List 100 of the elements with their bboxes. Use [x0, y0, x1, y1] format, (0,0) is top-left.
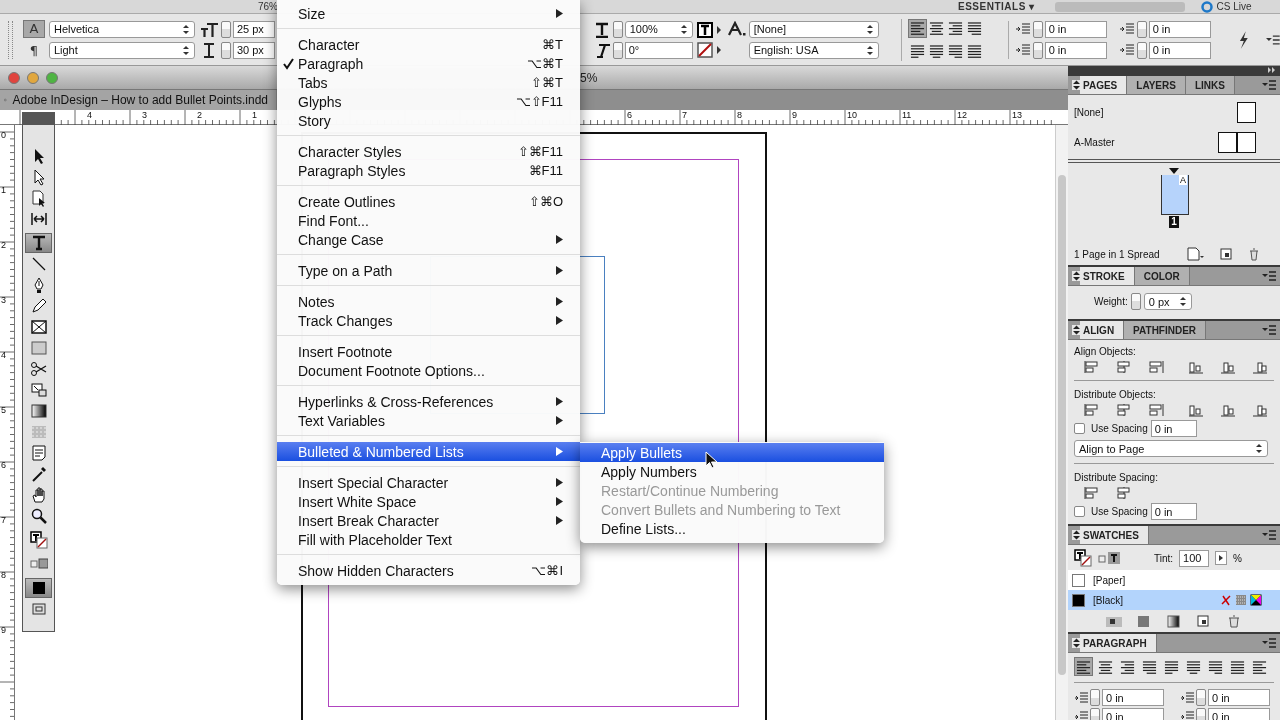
panel-menu-icon[interactable] — [1262, 638, 1276, 648]
panel-grip[interactable] — [8, 20, 13, 59]
tool-button[interactable] — [25, 233, 52, 253]
menu-item[interactable]: Insert White Space — [277, 492, 580, 511]
panel-menu-icon[interactable] — [1266, 34, 1280, 45]
panel-tab[interactable]: ALIGN — [1080, 321, 1125, 339]
workspace-switcher[interactable]: ESSENTIALS ▾ — [958, 1, 1035, 12]
new-page-icon[interactable] — [1219, 248, 1232, 260]
scrollbar-thumb[interactable] — [1058, 175, 1066, 675]
number-field[interactable]: 0 in — [1148, 41, 1211, 59]
menu-item[interactable]: Notes — [277, 292, 580, 311]
panel-menu-icon[interactable] — [1262, 80, 1276, 90]
panel-tab[interactable]: PARAGRAPH — [1080, 634, 1157, 652]
menu-item[interactable]: Insert Break Character — [277, 511, 580, 530]
stepper[interactable] — [1136, 41, 1147, 59]
master-name[interactable]: [None] — [1074, 107, 1104, 118]
stepper[interactable] — [1090, 708, 1100, 720]
stepper[interactable] — [1196, 708, 1206, 720]
menu-item[interactable]: Insert Special Character — [277, 473, 580, 492]
distribute-objects-icon[interactable] — [1252, 403, 1268, 417]
menu-item[interactable]: Insert Footnote — [277, 342, 580, 361]
stepper[interactable] — [1136, 20, 1147, 38]
menu-item[interactable]: Apply Bullets — [580, 443, 884, 462]
master-page-thumbnail[interactable] — [1237, 132, 1256, 153]
panel-tab[interactable]: PATHFINDER — [1124, 321, 1207, 339]
document-tab[interactable]: Adobe InDesign – How to add Bullet Points.indd — [0, 90, 276, 110]
dropdown[interactable]: Light — [48, 41, 195, 59]
stepper[interactable] — [1032, 20, 1043, 38]
align-objects-icon[interactable] — [1148, 360, 1164, 374]
stepper[interactable] — [612, 20, 623, 38]
number-field[interactable]: 0 in — [1148, 20, 1211, 38]
menu-item[interactable]: Type on a Path — [277, 261, 580, 280]
panel-tab[interactable]: LINKS — [1185, 76, 1235, 94]
panel-tab[interactable]: SWATCHES — [1080, 526, 1149, 544]
cs-live-menu[interactable]: CS Live — [1216, 1, 1252, 12]
tool-button[interactable] — [25, 578, 52, 598]
gradient-swatch-icon[interactable] — [1165, 615, 1183, 628]
menu-item[interactable]: Show Hidden Characters ⌥⌘I — [277, 561, 580, 580]
align-objects-icon[interactable] — [1220, 360, 1236, 374]
distribute-objects-icon[interactable] — [1116, 403, 1132, 417]
master-page-thumbnail[interactable] — [1218, 132, 1237, 153]
dropdown[interactable]: 0 px — [1143, 293, 1192, 310]
distribute-spacing-icon[interactable] — [1084, 486, 1100, 500]
number-field[interactable]: 0 in — [1044, 20, 1107, 38]
alignment-button[interactable] — [1074, 657, 1093, 676]
container-icon[interactable] — [1098, 550, 1120, 566]
dropdown[interactable]: English: USA — [748, 41, 879, 59]
panel-tab[interactable]: STROKE — [1080, 267, 1135, 285]
menu-item[interactable]: Text Variables — [277, 411, 580, 430]
master-page-thumbnail[interactable] — [1237, 102, 1256, 123]
stepper[interactable] — [1130, 293, 1141, 310]
distribute-objects-icon[interactable] — [1220, 403, 1236, 417]
number-field[interactable]: 100 — [1179, 549, 1210, 567]
align-objects-icon[interactable] — [1188, 360, 1204, 374]
panel-tab[interactable]: LAYERS — [1127, 76, 1186, 94]
menu-item[interactable]: Character Styles ⇧⌘F11 — [277, 142, 580, 161]
menu-item[interactable]: Define Lists... — [580, 519, 884, 538]
distribute-objects-icon[interactable] — [1148, 403, 1164, 417]
stepper[interactable] — [220, 20, 231, 38]
menu-item[interactable]: Hyperlinks & Cross-References — [277, 392, 580, 411]
align-objects-icon[interactable] — [1252, 360, 1268, 374]
number-field[interactable]: 0 in — [1208, 708, 1270, 720]
menu-item[interactable]: Track Changes — [277, 311, 580, 330]
menu-item[interactable]: Paragraph Styles ⌘F11 — [277, 161, 580, 180]
number-field[interactable]: 0 in — [1150, 420, 1197, 437]
number-field[interactable]: 0 in — [1208, 689, 1270, 706]
number-field[interactable]: 0 in — [1044, 41, 1107, 59]
close-button[interactable] — [8, 71, 20, 84]
stepper[interactable] — [1196, 689, 1206, 706]
dropdown[interactable]: 100% — [624, 20, 693, 38]
menu-item[interactable]: Glyphs ⌥⇧F11 — [277, 92, 580, 111]
master-name[interactable]: A-Master — [1074, 137, 1115, 148]
menu-item[interactable]: Create Outlines ⇧⌘O — [277, 192, 580, 211]
menu-item[interactable]: Paragraph ⌥⌘T — [277, 54, 580, 73]
dropdown[interactable]: Helvetica — [48, 20, 195, 38]
tint-slider-button[interactable] — [1215, 551, 1228, 565]
swatch-row[interactable]: [Black] — [1068, 590, 1280, 610]
menu-item[interactable]: Tabs ⇧⌘T — [277, 73, 580, 92]
stepper[interactable] — [1032, 41, 1043, 59]
menu-item[interactable]: Find Font... — [277, 211, 580, 230]
number-field[interactable]: 0 in — [1102, 708, 1164, 720]
zoom-button[interactable] — [46, 71, 58, 84]
menu-item[interactable]: Apply Numbers — [580, 462, 884, 481]
panel-tab[interactable]: PAGES — [1080, 76, 1128, 94]
number-field[interactable]: 0° — [624, 41, 693, 59]
show-swatches-icon[interactable] — [1105, 615, 1123, 628]
menu-item[interactable]: Fill with Placeholder Text — [277, 530, 580, 549]
paragraph-mode-button[interactable]: ¶ — [22, 41, 45, 60]
trash-icon[interactable] — [1247, 247, 1260, 261]
dropdown[interactable]: Align to Page — [1074, 440, 1268, 457]
checkbox[interactable] — [1074, 506, 1085, 517]
checkbox[interactable] — [1074, 423, 1085, 434]
panel-menu-icon[interactable] — [1262, 530, 1276, 540]
dropdown[interactable]: [None] — [748, 20, 879, 38]
alignment-button[interactable] — [907, 18, 927, 38]
number-field[interactable]: 25 px — [232, 20, 275, 38]
number-field[interactable]: 0 in — [1102, 689, 1164, 706]
stepper[interactable] — [220, 41, 231, 59]
page-thumbnail[interactable]: A — [1161, 175, 1189, 215]
stepper[interactable] — [612, 41, 623, 59]
